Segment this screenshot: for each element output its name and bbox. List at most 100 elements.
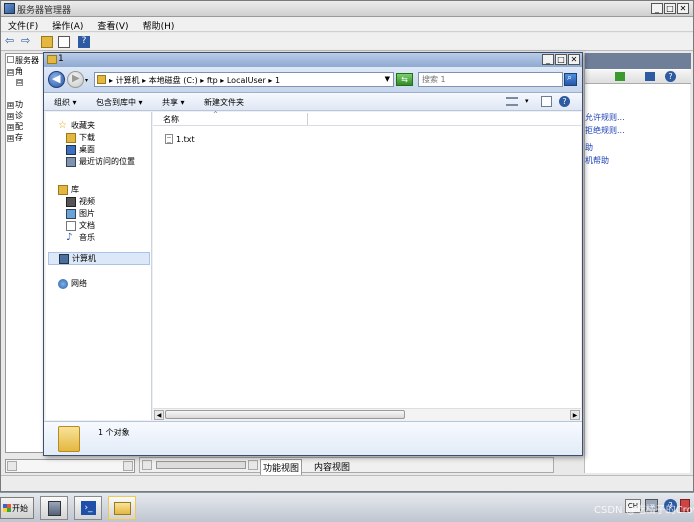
nav-recent-places[interactable]: 最近访问的位置 (66, 156, 135, 167)
nav-favorites[interactable]: ☆ 收藏夹 (58, 120, 95, 131)
up-folder-icon[interactable] (41, 36, 53, 48)
nav-label: 音乐 (79, 233, 95, 242)
tree-horizontal-scrollbar[interactable] (5, 459, 135, 473)
scroll-left-arrow[interactable]: ◀ (154, 410, 164, 420)
nav-libraries[interactable]: 库 (58, 184, 79, 195)
refresh-icon[interactable] (645, 72, 655, 81)
green-action-icon[interactable] (615, 72, 625, 81)
breadcrumb-computer[interactable]: 计算机 (116, 76, 140, 85)
address-dropdown-icon[interactable]: ▼ (385, 75, 390, 83)
menu-view[interactable]: 查看(V) (90, 17, 135, 32)
scroll-right-arrow[interactable] (248, 460, 258, 470)
network-icon (58, 278, 68, 289)
close-button[interactable]: ✕ (568, 54, 580, 65)
maximize-button[interactable]: □ (664, 3, 676, 14)
start-button[interactable]: 开始 (0, 497, 34, 519)
explorer-titlebar[interactable]: 1 _ □ ✕ (44, 53, 582, 67)
show-hide-tree-icon[interactable] (58, 36, 70, 48)
document-icon (66, 220, 76, 231)
tree-item-roles[interactable]: ⊟ 角 (7, 66, 23, 77)
refresh-icon: ⇆ (401, 75, 408, 84)
nav-label: 图片 (79, 209, 95, 218)
explorer-address-bar: ◀ ▶ ▾ ▸ 计算机 ▸ 本地磁盘 (C:) ▸ ftp ▸ LocalUse… (44, 67, 582, 93)
column-separator[interactable] (307, 113, 308, 125)
help-icon[interactable]: ? (78, 36, 90, 48)
breadcrumb-localuser[interactable]: LocalUser (227, 76, 266, 85)
search-field[interactable] (418, 72, 563, 87)
tree-item-configuration[interactable]: ⊞ 配 (7, 121, 23, 132)
nav-desktop[interactable]: 桌面 (66, 144, 95, 155)
new-folder-button[interactable]: 新建文件夹 (204, 97, 244, 108)
taskbar-powershell[interactable]: ›_ (74, 496, 102, 520)
nav-downloads[interactable]: 下载 (66, 132, 95, 143)
help-icon[interactable]: ? (665, 71, 676, 82)
server-manager-toolbar: ⇦ ⇨ ? (1, 33, 693, 51)
menu-file[interactable]: 文件(F) (1, 17, 45, 32)
tab-content-view[interactable]: 内容视图 (312, 459, 352, 474)
organize-button[interactable]: 组织 ▾ (54, 97, 77, 108)
explorer-command-bar: 组织 ▾ 包含到库中 ▾ 共享 ▾ 新建文件夹 ▾ ? (44, 93, 582, 111)
scroll-thumb[interactable] (156, 461, 246, 469)
menu-action[interactable]: 操作(A) (45, 17, 90, 32)
tree-expander[interactable]: ⊞ (7, 135, 14, 142)
file-list-horizontal-scrollbar[interactable]: ◀ ▶ (153, 408, 581, 420)
include-in-library-button[interactable]: 包含到库中 ▾ (96, 97, 143, 108)
preview-pane-icon[interactable] (541, 96, 552, 107)
tree-expander[interactable]: ⊟ (7, 69, 14, 76)
maximize-button[interactable]: □ (555, 54, 567, 65)
breadcrumb-1[interactable]: 1 (275, 76, 280, 85)
column-header-name[interactable]: 名称 (163, 114, 179, 125)
tab-function-view[interactable]: 功能视图 (260, 459, 303, 476)
tree-expander[interactable] (7, 56, 14, 63)
tree-expander[interactable]: ⊞ (7, 113, 14, 120)
nav-computer[interactable]: 计算机 (48, 252, 150, 265)
tree-item-diagnostics[interactable]: ⊞ 诊 (7, 110, 23, 121)
server-manager-tree: 服务器 ⊟ 角 ⊟ ⊞ 功 ⊞ 诊 ⊞ 配 ⊞ 存 (5, 53, 45, 453)
action-link-help[interactable]: 助 (585, 142, 593, 153)
tree-expander[interactable]: ⊞ (7, 102, 14, 109)
recent-pages-chevron-icon[interactable]: ▾ (85, 77, 88, 84)
nav-music[interactable]: ♪ 音乐 (66, 232, 95, 243)
search-input[interactable] (419, 73, 547, 86)
taskbar-explorer[interactable] (108, 496, 136, 520)
tree-expander[interactable]: ⊟ (16, 79, 23, 86)
nav-pictures[interactable]: 图片 (66, 208, 95, 219)
breadcrumb: ▸ 计算机 ▸ 本地磁盘 (C:) ▸ ftp ▸ LocalUser ▸ 1 (109, 76, 281, 85)
scroll-left-arrow[interactable] (7, 461, 17, 471)
nav-videos[interactable]: 视频 (66, 196, 95, 207)
scroll-right-arrow[interactable] (123, 461, 133, 471)
close-button[interactable]: ✕ (677, 3, 689, 14)
nav-network[interactable]: 网络 (58, 278, 87, 289)
refresh-button[interactable]: ⇆ (396, 73, 413, 86)
back-arrow-icon[interactable]: ⇦ (5, 35, 17, 48)
file-row[interactable]: 1.txt (165, 134, 195, 144)
breadcrumb-ftp[interactable]: ftp (207, 76, 218, 85)
action-link-online-help[interactable]: 机帮助 (585, 155, 609, 166)
view-options-icon[interactable] (506, 97, 518, 106)
search-button[interactable]: ⌕ (564, 73, 577, 86)
scroll-right-arrow[interactable]: ▶ (570, 410, 580, 420)
tree-item-features[interactable]: ⊞ 功 (7, 99, 23, 110)
help-icon[interactable]: ? (559, 96, 570, 107)
forward-arrow-icon[interactable]: ⇨ (21, 35, 33, 48)
tree-item-storage[interactable]: ⊞ 存 (7, 132, 23, 143)
breadcrumb-local-disk[interactable]: 本地磁盘 (C:) (149, 76, 198, 85)
view-dropdown-chevron-icon[interactable]: ▾ (525, 97, 529, 105)
minimize-button[interactable]: _ (542, 54, 554, 65)
taskbar-server-manager[interactable] (40, 496, 68, 520)
address-input[interactable]: ▸ 计算机 ▸ 本地磁盘 (C:) ▸ ftp ▸ LocalUser ▸ 1 … (94, 72, 394, 87)
tree-item-role-child[interactable]: ⊟ (16, 77, 24, 86)
scroll-thumb[interactable] (165, 410, 405, 419)
back-button[interactable]: ◀ (48, 71, 65, 88)
minimize-button[interactable]: _ (651, 3, 663, 14)
tree-expander[interactable]: ⊞ (7, 124, 14, 131)
menu-help[interactable]: 帮助(H) (136, 17, 182, 32)
tree-item-server-manager[interactable]: 服务器 (7, 55, 39, 66)
forward-button[interactable]: ▶ (67, 71, 84, 88)
share-button[interactable]: 共享 ▾ (162, 97, 185, 108)
nav-documents[interactable]: 文档 (66, 220, 95, 231)
action-link-allow-rule[interactable]: 允许规则... (585, 112, 625, 123)
scroll-left-arrow[interactable] (142, 460, 152, 470)
action-link-deny-rule[interactable]: 拒绝规则... (585, 125, 625, 136)
server-manager-titlebar[interactable]: 服务器管理器 _ □ ✕ (1, 1, 693, 17)
